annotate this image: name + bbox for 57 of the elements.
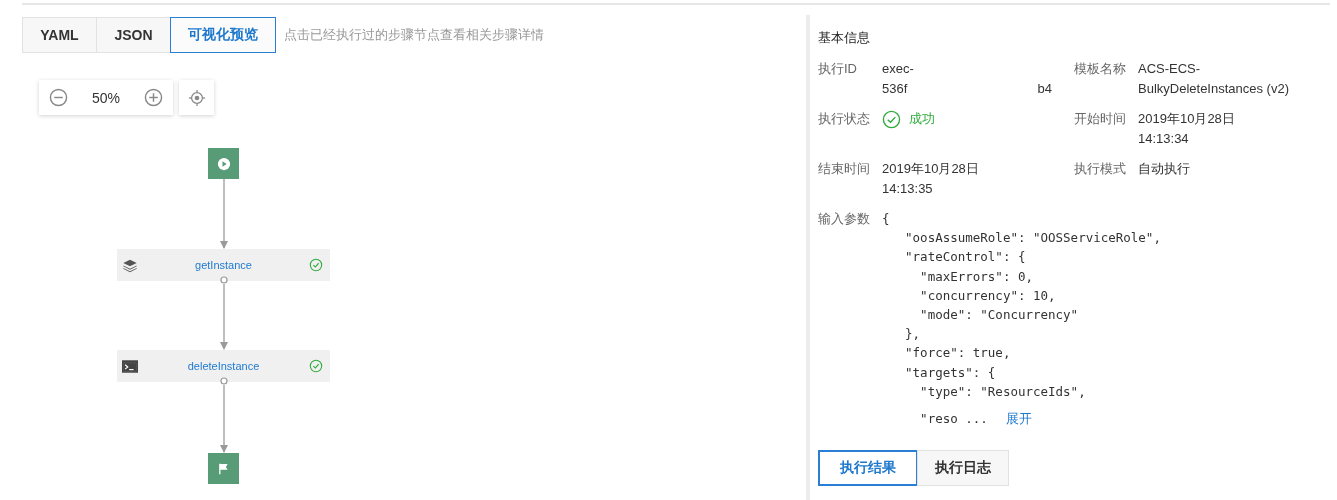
step-name[interactable]: deleteInstance [138, 360, 309, 372]
field-value: BulkyDeleteInstances (v2) [1138, 80, 1290, 98]
field-value: 14:13:34 [1138, 130, 1190, 148]
code-line: "maxErrors": 0, [919, 267, 1034, 286]
field-label: 开始时间 [1074, 110, 1127, 128]
field-label: 模板名称 [1074, 60, 1127, 78]
code-line: "reso ... [919, 410, 988, 429]
zoom-in-icon[interactable] [144, 88, 164, 107]
zoom-level: 50% [92, 89, 121, 106]
field-label: 结束时间 [818, 160, 871, 178]
code-line: "rateControl": { [904, 248, 1027, 267]
field-label: 输入参数 [818, 210, 871, 228]
field-value: exec- [882, 60, 915, 78]
code-line: "oosAssumeRole": "OOSServiceRole", [904, 229, 1161, 248]
code-line: "type": "ResourceIds", [919, 382, 1087, 401]
field-value: 536f [882, 80, 908, 98]
field-value: b4 [1037, 80, 1052, 98]
step-name[interactable]: getInstance [138, 259, 309, 271]
code-line: "mode": "Concurrency" [919, 306, 1080, 324]
view-tab[interactable]: YAML [22, 17, 97, 53]
connector-arrow [220, 178, 228, 249]
code-line: { [882, 210, 891, 228]
result-tab[interactable]: 执行结果 [818, 450, 918, 487]
port-dot [220, 377, 228, 385]
code-line: "targets": { [904, 363, 997, 382]
locate-icon [187, 88, 206, 107]
hint-text: 点击已经执行过的步骤节点查看相关步骤详情 [284, 26, 544, 44]
field-label: 执行模式 [1074, 160, 1127, 178]
field-value: 2019年10月28日 [1138, 110, 1236, 128]
view-tab[interactable]: 可视化预览 [170, 17, 276, 53]
field-value: 14:13:35 [882, 180, 934, 198]
code-line: "concurrency": 10, [919, 286, 1057, 305]
step-node[interactable]: deleteInstance [117, 350, 330, 382]
connector-arrow [220, 384, 228, 453]
flag-icon [217, 462, 230, 475]
expand-link[interactable]: 展开 [1005, 409, 1032, 429]
port-dot [220, 276, 228, 284]
field-label: 执行状态 [818, 110, 871, 128]
start-node[interactable] [208, 148, 239, 179]
zoom-out-icon[interactable] [49, 88, 68, 107]
result-tab[interactable]: 执行日志 [917, 450, 1009, 487]
locate-button[interactable] [179, 80, 215, 115]
view-tab[interactable]: JSON [96, 17, 171, 53]
code-line: }, [904, 325, 922, 344]
layers-icon [122, 257, 138, 273]
code-line: "force": true, [904, 344, 1012, 363]
section-title: 基本信息 [818, 29, 871, 47]
field-label: 执行ID [818, 60, 858, 78]
field-value: ACS-ECS- [1138, 60, 1202, 78]
status-text: 成功 [909, 110, 935, 128]
connector-arrow [220, 283, 228, 350]
field-value: 自动执行 [1138, 160, 1191, 178]
terminal-icon [122, 358, 138, 374]
play-icon [216, 156, 231, 171]
step-node[interactable]: getInstance [117, 249, 330, 281]
field-value: 2019年10月28日 [882, 160, 980, 178]
end-node[interactable] [208, 453, 239, 484]
